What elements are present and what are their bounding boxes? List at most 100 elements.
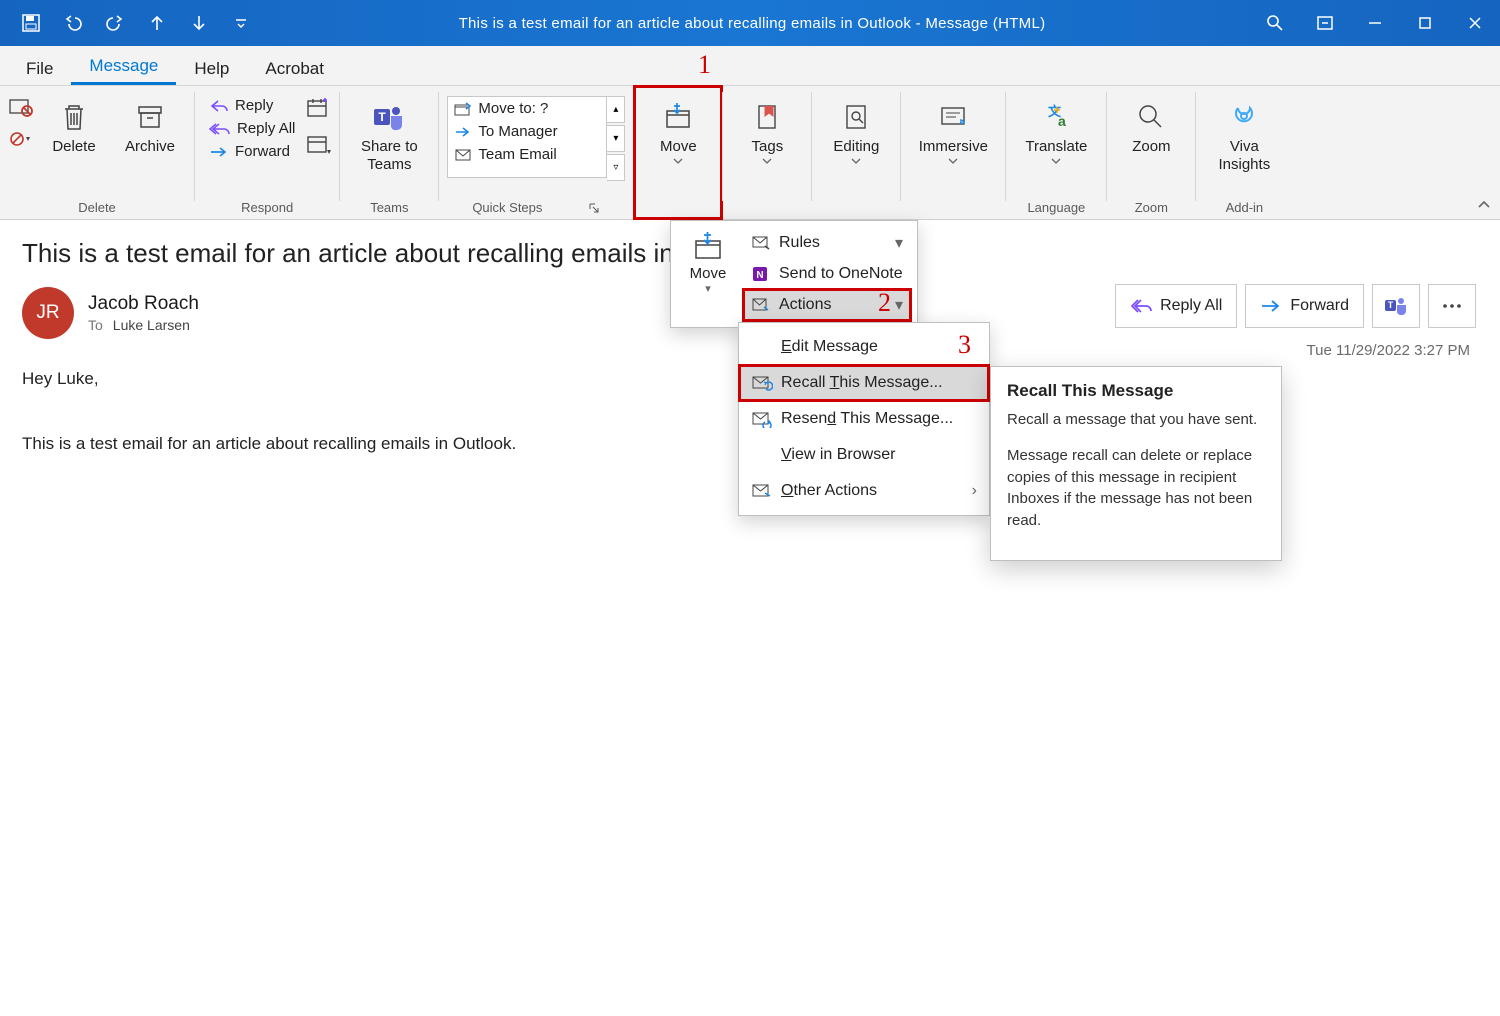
save-icon xyxy=(21,13,41,33)
meeting-icon[interactable] xyxy=(305,96,331,120)
recall-tooltip: Recall This Message Recall a message tha… xyxy=(990,366,1282,561)
tooltip-title: Recall This Message xyxy=(1007,381,1265,401)
archive-button[interactable]: Archive xyxy=(114,94,186,160)
close-button[interactable] xyxy=(1450,0,1500,46)
maximize-button[interactable] xyxy=(1400,0,1450,46)
chevron-down-icon xyxy=(234,16,248,30)
quicksteps-scroll-down[interactable]: ▾ xyxy=(607,125,625,152)
redo-button[interactable] xyxy=(102,10,128,36)
svg-text:a: a xyxy=(1058,113,1066,129)
archive-icon xyxy=(135,98,165,136)
zoom-button[interactable]: Zoom xyxy=(1115,94,1187,160)
more-actions-button[interactable] xyxy=(1428,284,1476,328)
delete-button[interactable]: Delete xyxy=(38,94,110,160)
forward-button-ribbon[interactable]: Forward xyxy=(203,140,301,163)
viva-icon xyxy=(1228,98,1260,136)
zoom-icon xyxy=(1136,98,1166,136)
save-button[interactable] xyxy=(18,10,44,36)
minimize-icon xyxy=(1367,15,1383,31)
window-title: This is a test email for an article abou… xyxy=(254,15,1250,32)
svg-text:T: T xyxy=(1388,300,1394,310)
move-button[interactable]: Move xyxy=(642,94,714,170)
quick-steps-gallery[interactable]: Move to: ? To Manager Team Email xyxy=(447,96,607,178)
tab-file[interactable]: File xyxy=(8,51,71,85)
prev-item-button[interactable] xyxy=(144,10,170,36)
annotation-3: 3 xyxy=(958,330,971,360)
quicksteps-expand[interactable]: ▿ xyxy=(607,154,625,181)
group-editing: Editing xyxy=(812,86,900,219)
reply-all-button[interactable]: Reply All xyxy=(1115,284,1237,328)
reply-button[interactable]: Reply xyxy=(203,94,301,117)
onenote-icon: N xyxy=(751,265,771,283)
next-item-button[interactable] xyxy=(186,10,212,36)
share-to-teams-button[interactable]: T Share to Teams xyxy=(348,94,430,178)
view-browser-item[interactable]: View in Browser xyxy=(739,437,989,473)
edit-message-item[interactable]: Edit Message xyxy=(739,329,989,365)
junk-icon[interactable] xyxy=(8,128,34,150)
teams-icon: T xyxy=(1384,295,1408,317)
rules-menu-item[interactable]: Rules▾ xyxy=(743,227,911,259)
translate-button[interactable]: 文a Translate xyxy=(1014,94,1098,170)
tab-message[interactable]: Message xyxy=(71,48,176,85)
close-icon xyxy=(1467,15,1483,31)
teams-icon: T xyxy=(372,98,406,136)
viva-insights-button[interactable]: Viva Insights xyxy=(1204,94,1284,178)
ignore-icon[interactable] xyxy=(8,96,34,118)
search-button[interactable] xyxy=(1250,0,1300,46)
group-move: Move xyxy=(634,86,722,219)
ribbon-display-icon xyxy=(1315,13,1335,33)
ellipsis-icon xyxy=(1441,302,1463,310)
forward-icon xyxy=(1260,297,1282,315)
reply-all-button-ribbon[interactable]: Reply All xyxy=(203,117,301,140)
minimize-button[interactable] xyxy=(1350,0,1400,46)
flag-icon xyxy=(753,98,781,136)
move-folder-button[interactable]: Move ▾ xyxy=(677,227,739,321)
quicksteps-scroll-up[interactable]: ▴ xyxy=(607,96,625,123)
immersive-icon xyxy=(938,98,968,136)
chevron-down-icon xyxy=(673,156,683,166)
collapse-ribbon-button[interactable] xyxy=(1476,198,1492,215)
reply-icon xyxy=(209,98,229,114)
chevron-down-icon xyxy=(851,156,861,166)
tab-help[interactable]: Help xyxy=(176,51,247,85)
arrow-down-icon xyxy=(189,13,209,33)
recall-message-item[interactable]: Recall This Message... xyxy=(739,365,989,401)
ribbon-display-button[interactable] xyxy=(1300,0,1350,46)
translate-icon: 文a xyxy=(1040,98,1072,136)
more-respond-icon[interactable] xyxy=(305,132,331,156)
to-manager-icon xyxy=(454,124,472,140)
other-actions-icon xyxy=(751,482,773,500)
qat-customize-button[interactable] xyxy=(228,10,254,36)
search-icon xyxy=(1265,13,1285,33)
ribbon: Delete Archive Delete Reply Reply All Fo… xyxy=(0,86,1500,220)
find-icon xyxy=(842,98,870,136)
tab-acrobat[interactable]: Acrobat xyxy=(247,51,342,85)
teams-share-button[interactable]: T xyxy=(1372,284,1420,328)
ribbon-tabs: File Message Help Acrobat xyxy=(0,46,1500,86)
resend-message-item[interactable]: Resend This Message... xyxy=(739,401,989,437)
recall-icon xyxy=(751,374,773,392)
tags-button[interactable]: Tags xyxy=(731,94,803,170)
to-line: ToLuke Larsen xyxy=(88,317,199,333)
undo-icon xyxy=(63,13,83,33)
chevron-down-icon xyxy=(948,156,958,166)
chevron-down-icon: ▾ xyxy=(895,295,903,315)
group-teams: T Share to Teams Teams xyxy=(340,86,438,219)
reply-all-icon xyxy=(1130,297,1152,315)
annotation-2: 2 xyxy=(878,288,891,318)
group-addin: Viva Insights Add-in xyxy=(1196,86,1292,219)
redo-icon xyxy=(105,13,125,33)
quicksteps-launcher-icon[interactable] xyxy=(588,202,600,214)
arrow-up-icon xyxy=(147,13,167,33)
svg-text:T: T xyxy=(379,110,387,124)
actions-icon xyxy=(751,296,771,314)
from-name: Jacob Roach xyxy=(88,293,199,315)
other-actions-item[interactable]: Other Actions› xyxy=(739,473,989,509)
forward-icon xyxy=(209,144,229,160)
immersive-button[interactable]: Immersive xyxy=(909,94,997,170)
onenote-menu-item[interactable]: NSend to OneNote xyxy=(743,259,911,289)
editing-button[interactable]: Editing xyxy=(820,94,892,170)
forward-button[interactable]: Forward xyxy=(1245,284,1364,328)
group-quicksteps: Move to: ? To Manager Team Email ▴ ▾ ▿ Q… xyxy=(439,86,633,219)
undo-button[interactable] xyxy=(60,10,86,36)
